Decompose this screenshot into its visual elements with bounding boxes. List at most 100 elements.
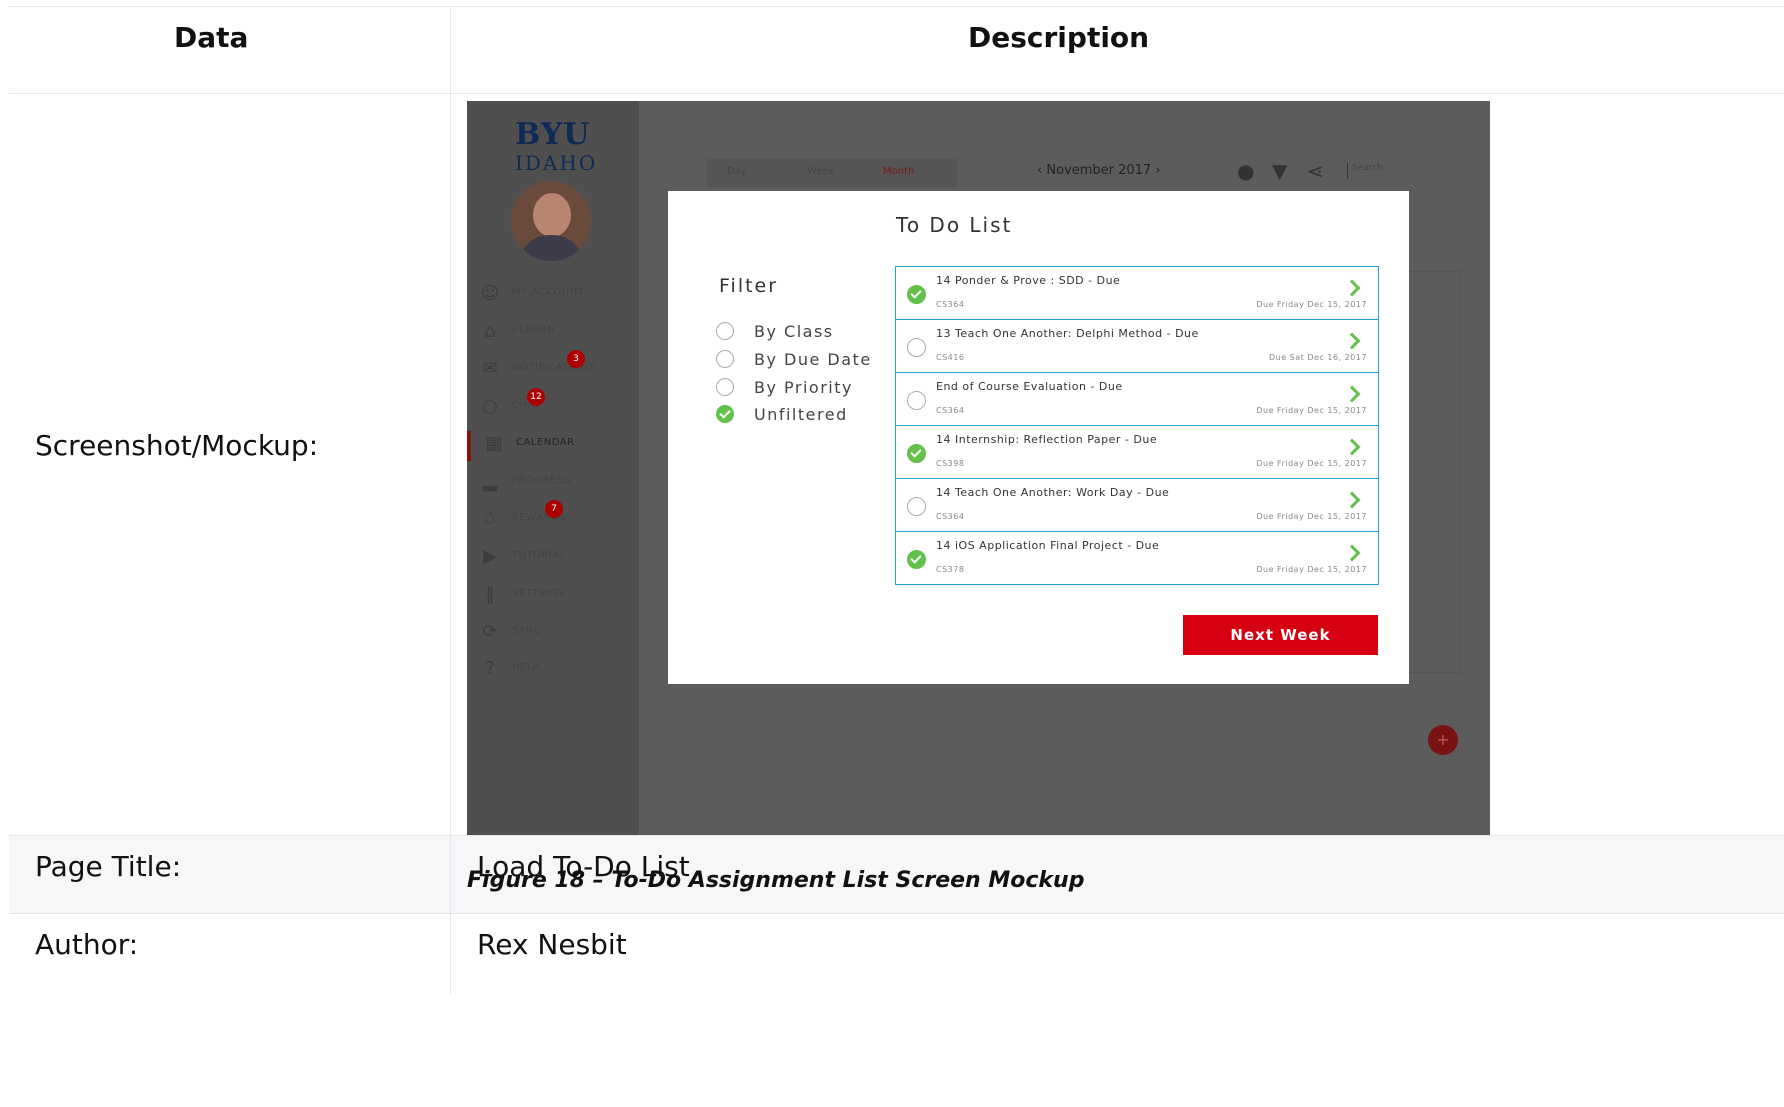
todo-item[interactable]: 14 Internship: Reflection Paper - Due CS3…	[895, 425, 1379, 478]
todo-item[interactable]: 14 iOS Application Final Project - Due CS…	[895, 531, 1379, 585]
chevron-right-icon[interactable]	[1343, 385, 1361, 403]
todo-item-due-date: Due Sat Dec 16, 2017	[1268, 353, 1367, 362]
sidebar-item-label: SYNC	[512, 625, 541, 636]
next-week-button[interactable]: Next Week	[1183, 615, 1378, 655]
filter-option-unfiltered[interactable]: Unfiltered	[716, 404, 886, 428]
todo-item-course: CS364	[936, 406, 965, 415]
sidebar-item-sync[interactable]: ⟳ SYNC	[467, 619, 639, 649]
data-column-header: Data	[174, 21, 249, 54]
chevron-right-icon[interactable]	[1343, 491, 1361, 509]
todo-item-course: CS364	[936, 300, 965, 309]
sidebar-item-calendar[interactable]: ▦ CALENDAR	[467, 431, 643, 461]
sidebar-item-chat[interactable]: ○ CHAT 12	[467, 388, 639, 424]
todo-item-due-date: Due Friday Dec 15, 2017	[1256, 565, 1367, 574]
idaho-logo: IDAHO	[515, 151, 598, 175]
trophy-icon: ☃	[481, 508, 499, 529]
sidebar-item-progress[interactable]: ▂ PROGRESS	[467, 469, 639, 499]
mail-icon: ✉	[482, 358, 498, 379]
screenshot-label: Screenshot/Mockup:	[35, 429, 319, 462]
check-circle-icon[interactable]	[907, 550, 926, 569]
author-row: Author: Rex Nesbit	[9, 914, 1784, 994]
home-icon: ⌂	[484, 321, 496, 342]
sidebar-item-help[interactable]: ? HELP	[467, 656, 639, 686]
filter-option-by-due-date[interactable]: By Due Date	[716, 349, 886, 373]
tab-week[interactable]: Week	[807, 166, 834, 177]
sidebar-item-my-account[interactable]: ☺ MY ACCOUNT	[467, 281, 639, 311]
todo-item[interactable]: 14 Ponder & Prove : SDD - Due CS364 Due Fr…	[895, 266, 1379, 319]
calendar-icon: ▦	[485, 433, 503, 454]
filter-option-by-priority[interactable]: By Priority	[716, 377, 886, 401]
help-icon: ?	[485, 658, 495, 679]
chevron-right-icon[interactable]	[1343, 279, 1361, 297]
page-title-label: Page Title:	[35, 850, 182, 883]
tab-day[interactable]: Day	[727, 166, 747, 177]
month-label: ‹ November 2017 ›	[1037, 163, 1161, 178]
radio-empty-icon[interactable]	[716, 322, 734, 340]
todo-item-course: CS364	[936, 512, 965, 521]
sidebar-item-label: CALENDAR	[516, 437, 575, 448]
mockup-sidebar: BYU IDAHO ☺ MY ACCOUNT ⌂ I-LEARN ✉ NOTIFICATI…	[467, 101, 639, 835]
todo-item-title: 14 Teach One Another: Work Day - Due	[936, 486, 1170, 499]
empty-circle-icon[interactable]	[907, 338, 926, 357]
empty-circle-icon[interactable]	[907, 391, 926, 410]
modal-title: To Do List	[896, 213, 1013, 237]
todo-item-due-date: Due Friday Dec 15, 2017	[1256, 406, 1367, 415]
sidebar-item-tutorial[interactable]: ▶ TUTORIAL	[467, 544, 639, 574]
tab-month[interactable]: Month	[883, 166, 914, 177]
microphone-icon[interactable]: ●	[1237, 159, 1254, 183]
filter-label: By Class	[754, 322, 834, 341]
todo-item[interactable]: End of Course Evaluation - Due CS364 Due F…	[895, 372, 1379, 425]
mockup-screenshot: BYU IDAHO ☺ MY ACCOUNT ⌂ I-LEARN ✉ NOTIFICATI…	[467, 101, 1490, 835]
sidebar-item-label: TUTORIAL	[512, 550, 566, 561]
sidebar-item-i-learn[interactable]: ⌂ I-LEARN	[467, 319, 639, 349]
filter-option-by-class[interactable]: By Class	[716, 321, 886, 345]
check-circle-icon[interactable]	[907, 285, 926, 304]
search-input[interactable]: Search	[1347, 163, 1452, 179]
todo-item-due-date: Due Friday Dec 15, 2017	[1256, 512, 1367, 521]
sidebar-item-settings[interactable]: ‖ SETTINGS	[467, 582, 639, 612]
user-icon: ☺	[480, 283, 500, 304]
todo-list: 14 Ponder & Prove : SDD - Due CS364 Due Fr…	[895, 266, 1379, 585]
radio-empty-icon[interactable]	[716, 350, 734, 368]
avatar[interactable]	[511, 181, 591, 261]
sidebar-item-label: PROGRESS	[512, 475, 571, 486]
radio-checked-icon[interactable]	[716, 405, 734, 423]
add-event-button[interactable]: +	[1428, 725, 1458, 755]
filter-icon[interactable]: ▼	[1272, 159, 1287, 183]
sidebar-item-label: SETTINGS	[512, 588, 566, 599]
view-tabs: Day Week Month	[707, 159, 957, 187]
header-row: Data Description	[9, 7, 1784, 94]
todo-item-course: CS416	[936, 353, 965, 362]
description-column-header: Description	[968, 21, 1150, 54]
todo-item-title: 13 Teach One Another: Delphi Method - Du…	[936, 327, 1199, 340]
todo-item-course: CS398	[936, 459, 965, 468]
figure-caption: Figure 18 – To-Do Assignment List Screen…	[467, 868, 1085, 893]
todo-item-title: 14 Ponder & Prove : SDD - Due	[936, 274, 1121, 287]
bar-chart-icon: ▂	[483, 471, 497, 492]
notification-badge: 7	[545, 500, 563, 518]
todo-item-title: 14 iOS Application Final Project - Due	[936, 539, 1160, 552]
radio-empty-icon[interactable]	[716, 378, 734, 396]
share-icon[interactable]: ⋖	[1307, 159, 1324, 183]
sidebar-item-label: MY ACCOUNT	[512, 287, 585, 298]
todo-item-title: 14 Internship: Reflection Paper - Due	[936, 433, 1158, 446]
sliders-icon: ‖	[485, 584, 495, 605]
todo-item-due-date: Due Friday Dec 15, 2017	[1256, 459, 1367, 468]
check-circle-icon[interactable]	[907, 444, 926, 463]
todo-item-course: CS378	[936, 565, 965, 574]
sidebar-item-label: HELP	[512, 662, 540, 673]
filter-label: By Due Date	[754, 350, 872, 369]
todo-item[interactable]: 14 Teach One Another: Work Day - Due CS36…	[895, 478, 1379, 531]
notification-badge: 3	[567, 350, 585, 368]
filter-label: By Priority	[754, 378, 853, 397]
chevron-right-icon[interactable]	[1343, 332, 1361, 350]
sidebar-item-notifications[interactable]: ✉ NOTIFICATIONS 3	[467, 350, 639, 386]
empty-circle-icon[interactable]	[907, 497, 926, 516]
chevron-right-icon[interactable]	[1343, 438, 1361, 456]
author-label: Author:	[35, 928, 139, 961]
sidebar-item-rewards[interactable]: ☃ REWARDS 7	[467, 500, 639, 536]
chevron-right-icon[interactable]	[1343, 544, 1361, 562]
todo-item[interactable]: 13 Teach One Another: Delphi Method - Du…	[895, 319, 1379, 372]
byu-logo: BYU	[515, 117, 591, 152]
filter-label: Unfiltered	[754, 405, 848, 424]
